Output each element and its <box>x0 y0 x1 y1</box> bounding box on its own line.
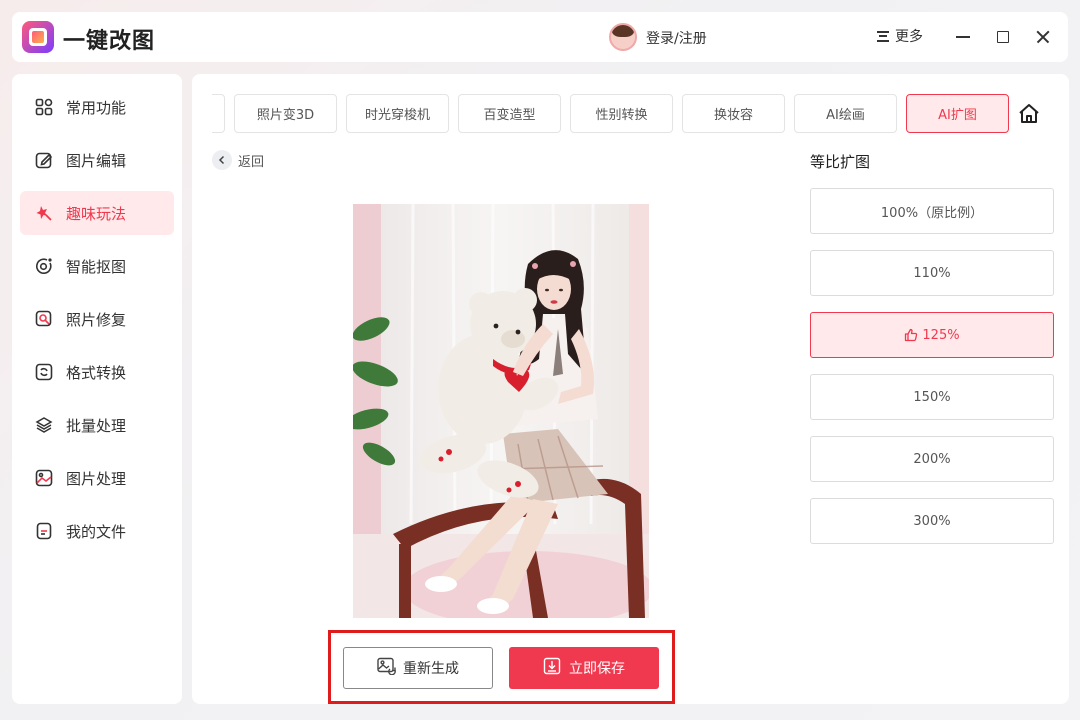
sidebar-item-fun[interactable]: 趣味玩法 <box>20 191 174 235</box>
sidebar-item-label: 照片修复 <box>66 310 127 329</box>
chevron-left-icon <box>212 150 232 170</box>
tab-photo-3d[interactable]: 照片变3D <box>234 94 337 133</box>
ratio-panel-title: 等比扩图 <box>810 153 871 171</box>
sidebar-item-label: 常用功能 <box>66 98 127 117</box>
sidebar-item-convert[interactable]: 格式转换 <box>20 350 174 394</box>
sidebar-item-label: 趣味玩法 <box>66 204 127 223</box>
repair-icon <box>35 310 53 328</box>
save-now-button[interactable]: 立即保存 <box>509 647 659 689</box>
sidebar-item-label: 图片编辑 <box>66 151 127 170</box>
ratio-option-110[interactable]: 110% <box>810 250 1054 296</box>
tab-style-change[interactable]: 百变造型 <box>458 94 561 133</box>
back-button[interactable]: 返回 <box>212 150 264 170</box>
ratio-option-125[interactable]: 125% <box>810 312 1054 358</box>
app-logo-icon <box>22 21 54 53</box>
back-label: 返回 <box>238 154 265 170</box>
thumbs-up-icon <box>904 328 918 342</box>
convert-icon <box>35 363 53 381</box>
user-avatar[interactable] <box>609 23 637 51</box>
ratio-option-300[interactable]: 300% <box>810 498 1054 544</box>
more-label: 更多 <box>895 29 923 45</box>
ratio-option-100[interactable]: 100%（原比例） <box>810 188 1054 234</box>
sidebar-item-label: 格式转换 <box>66 363 127 382</box>
target-icon <box>35 257 53 275</box>
sidebar-item-common[interactable]: 常用功能 <box>20 85 174 129</box>
expanded-photo <box>353 204 649 618</box>
sidebar-item-image[interactable]: 图片处理 <box>20 456 174 500</box>
more-button[interactable]: 更多 <box>877 26 923 46</box>
sidebar-item-edit[interactable]: 图片编辑 <box>20 138 174 182</box>
feature-tabs: 照片变3D 时光穿梭机 百变造型 性别转换 换妆容 AI绘画 AI扩图 <box>212 94 1022 134</box>
image-icon <box>35 469 53 487</box>
sidebar-item-repair[interactable]: 照片修复 <box>20 297 174 341</box>
sidebar-item-cutout[interactable]: 智能抠图 <box>20 244 174 288</box>
tab-time-machine[interactable]: 时光穿梭机 <box>346 94 449 133</box>
ratio-option-label: 125% <box>922 327 960 343</box>
tab-ai-drawing[interactable]: AI绘画 <box>794 94 897 133</box>
grid-icon <box>35 98 53 116</box>
edit-icon <box>35 151 53 169</box>
sidebar: 常用功能 图片编辑 趣味玩法 智能抠图 照片修复 格式转换 批量处理 图片处理 … <box>12 74 182 704</box>
close-icon[interactable] <box>1031 25 1055 49</box>
minimize-icon[interactable] <box>951 25 975 49</box>
file-icon <box>35 522 53 540</box>
sidebar-item-batch[interactable]: 批量处理 <box>20 403 174 447</box>
sidebar-item-label: 图片处理 <box>66 469 127 488</box>
image-regenerate-icon <box>377 657 397 679</box>
tab-makeup[interactable]: 换妆容 <box>682 94 785 133</box>
title-bar: 一键改图 登录/注册 更多 <box>12 12 1068 62</box>
tab-ai-expand[interactable]: AI扩图 <box>906 94 1009 133</box>
app-title: 一键改图 <box>63 29 156 54</box>
save-now-label: 立即保存 <box>569 661 625 677</box>
sidebar-item-files[interactable]: 我的文件 <box>20 509 174 553</box>
download-icon <box>543 657 561 679</box>
main-panel: 照片变3D 时光穿梭机 百变造型 性别转换 换妆容 AI绘画 AI扩图 返回 等… <box>192 74 1069 704</box>
layers-icon <box>35 416 53 434</box>
sidebar-item-label: 批量处理 <box>66 416 127 435</box>
magic-icon <box>35 204 53 222</box>
regenerate-label: 重新生成 <box>403 661 459 677</box>
sidebar-item-label: 智能抠图 <box>66 257 127 276</box>
ratio-option-150[interactable]: 150% <box>810 374 1054 420</box>
tab-gender-swap[interactable]: 性别转换 <box>570 94 673 133</box>
ratio-option-200[interactable]: 200% <box>810 436 1054 482</box>
regenerate-button[interactable]: 重新生成 <box>343 647 493 689</box>
tab-hidden[interactable] <box>212 94 225 133</box>
login-register-link[interactable]: 登录/注册 <box>646 28 707 48</box>
menu-icon <box>877 30 889 42</box>
home-icon[interactable] <box>1017 102 1041 126</box>
sidebar-item-label: 我的文件 <box>66 522 127 541</box>
maximize-icon[interactable] <box>991 25 1015 49</box>
